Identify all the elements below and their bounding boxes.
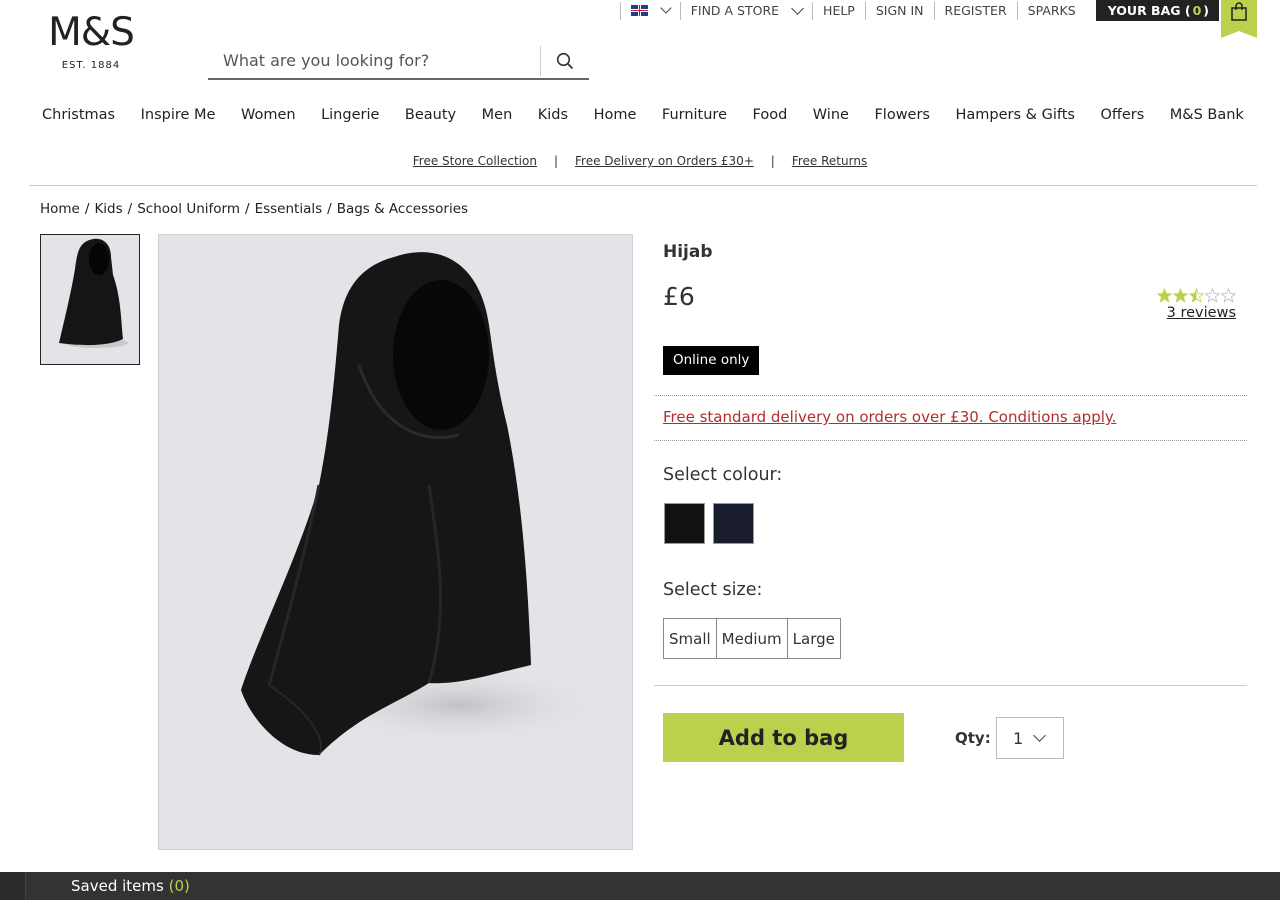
nav-item-christmas[interactable]: Christmas bbox=[42, 107, 115, 123]
promo-separator: | bbox=[553, 154, 558, 168]
nav-item-offers[interactable]: Offers bbox=[1100, 107, 1144, 123]
nav-item-food[interactable]: Food bbox=[753, 107, 788, 123]
saved-items-count: (0) bbox=[168, 877, 190, 895]
nav-item-home[interactable]: Home bbox=[594, 107, 637, 123]
register-link[interactable]: REGISTER bbox=[933, 1, 1017, 20]
nav-item-beauty[interactable]: Beauty bbox=[405, 107, 456, 123]
hijab-thumbnail-image bbox=[59, 238, 128, 348]
delivery-conditions-link[interactable]: Free standard delivery on orders over £3… bbox=[663, 408, 1116, 426]
nav-item-furniture[interactable]: Furniture bbox=[662, 107, 727, 123]
bag-label: YOUR BAG ( bbox=[1107, 3, 1191, 18]
breadcrumb-essentials[interactable]: Essentials bbox=[255, 201, 323, 217]
country-selector[interactable] bbox=[619, 1, 680, 20]
logo-est: EST. 1884 bbox=[61, 60, 121, 71]
divider bbox=[654, 685, 1247, 686]
star-icon bbox=[1173, 288, 1188, 303]
promo-free-returns[interactable]: Free Returns bbox=[792, 154, 867, 168]
saved-items-bar: Saved items (0) bbox=[0, 872, 1280, 900]
promo-store-collection[interactable]: Free Store Collection bbox=[413, 154, 537, 168]
find-store-label: FIND A STORE bbox=[690, 3, 780, 18]
main-navigation: Christmas Inspire Me Women Lingerie Beau… bbox=[29, 107, 1257, 123]
nav-item-ms-bank[interactable]: M&S Bank bbox=[1170, 107, 1244, 123]
online-only-badge: Online only bbox=[663, 346, 760, 375]
star-icon bbox=[1189, 288, 1204, 303]
sign-in-link[interactable]: SIGN IN bbox=[864, 1, 934, 20]
nav-item-men[interactable]: Men bbox=[482, 107, 513, 123]
promo-strip: Free Store Collection | Free Delivery on… bbox=[0, 154, 1280, 168]
nav-item-lingerie[interactable]: Lingerie bbox=[321, 107, 379, 123]
divider-dotted bbox=[654, 395, 1247, 396]
utility-bar: FIND A STORE HELP SIGN IN REGISTER SPARK… bbox=[619, 0, 1257, 21]
breadcrumb-separator: / bbox=[127, 201, 133, 217]
breadcrumb-home[interactable]: Home bbox=[40, 201, 80, 217]
product-main-image[interactable] bbox=[158, 234, 633, 850]
nav-item-inspire-me[interactable]: Inspire Me bbox=[141, 107, 216, 123]
size-medium-button[interactable]: Medium bbox=[716, 619, 788, 658]
saved-items-toggle[interactable]: Saved items (0) bbox=[71, 877, 190, 895]
qty-value: 1 bbox=[1013, 728, 1024, 748]
size-small-button[interactable]: Small bbox=[664, 619, 717, 658]
nav-item-flowers[interactable]: Flowers bbox=[874, 107, 930, 123]
help-link[interactable]: HELP bbox=[812, 1, 865, 20]
logo-mark: M&S bbox=[48, 10, 135, 55]
qty-label: Qty: bbox=[955, 729, 991, 747]
promo-free-delivery[interactable]: Free Delivery on Orders £30+ bbox=[575, 154, 754, 168]
saved-items-label: Saved items bbox=[71, 877, 164, 895]
chevron-down-icon bbox=[660, 2, 672, 14]
star-icon bbox=[1205, 288, 1220, 303]
breadcrumb-kids[interactable]: Kids bbox=[94, 201, 122, 217]
breadcrumb-bags-accessories[interactable]: Bags & Accessories bbox=[337, 201, 468, 217]
header-divider bbox=[29, 185, 1257, 186]
rating-stars bbox=[1157, 288, 1236, 303]
hijab-product-image bbox=[241, 252, 609, 756]
breadcrumb-separator: / bbox=[84, 201, 90, 217]
breadcrumb: Home / Kids / School Uniform / Essential… bbox=[40, 201, 468, 217]
nav-item-hampers-gifts[interactable]: Hampers & Gifts bbox=[956, 107, 1075, 123]
shopping-bag-icon bbox=[1231, 2, 1247, 21]
sparks-link[interactable]: SPARKS bbox=[1016, 1, 1086, 20]
star-icon bbox=[1157, 288, 1172, 303]
size-selector: Small Medium Large bbox=[663, 618, 841, 659]
reviews-link[interactable]: 3 reviews bbox=[1157, 305, 1236, 321]
product-rating: 3 reviews bbox=[1157, 288, 1236, 321]
bag-label-close: ) bbox=[1203, 3, 1209, 18]
nav-item-kids[interactable]: Kids bbox=[538, 107, 568, 123]
nav-item-wine[interactable]: Wine bbox=[813, 107, 849, 123]
select-colour-label: Select colour: bbox=[663, 465, 783, 485]
divider-dotted bbox=[654, 440, 1247, 441]
promo-separator: | bbox=[770, 154, 775, 168]
colour-swatch-navy[interactable] bbox=[713, 503, 754, 544]
shopping-bag-button[interactable] bbox=[1221, 0, 1257, 38]
uk-flag-icon bbox=[630, 5, 648, 16]
add-to-bag-button[interactable]: Add to bag bbox=[663, 713, 904, 762]
breadcrumb-separator: / bbox=[245, 201, 250, 217]
colour-swatch-black[interactable] bbox=[664, 503, 705, 544]
search-input[interactable] bbox=[208, 45, 540, 76]
your-bag-button[interactable]: YOUR BAG ( 0 ) bbox=[1095, 0, 1219, 21]
chevron-down-icon bbox=[791, 1, 804, 15]
find-store-link[interactable]: FIND A STORE bbox=[679, 1, 812, 20]
size-large-button[interactable]: Large bbox=[787, 619, 840, 658]
nav-item-women[interactable]: Women bbox=[241, 107, 296, 123]
product-thumbnail[interactable] bbox=[40, 234, 140, 365]
bag-count: 0 bbox=[1192, 3, 1202, 18]
chevron-down-icon bbox=[1033, 728, 1047, 742]
product-title: Hijab bbox=[663, 242, 713, 262]
search-bar bbox=[208, 43, 589, 80]
search-button[interactable] bbox=[540, 45, 588, 76]
ms-logo[interactable]: M&S EST. 1884 bbox=[40, 10, 142, 72]
product-price: £6 bbox=[663, 282, 695, 311]
breadcrumb-school-uniform[interactable]: School Uniform bbox=[137, 201, 240, 217]
search-icon bbox=[556, 52, 573, 69]
star-icon bbox=[1221, 288, 1236, 303]
qty-select[interactable]: 1 bbox=[996, 717, 1064, 759]
saved-bar-cap bbox=[0, 872, 26, 900]
select-size-label: Select size: bbox=[663, 580, 763, 600]
breadcrumb-separator: / bbox=[327, 201, 332, 217]
